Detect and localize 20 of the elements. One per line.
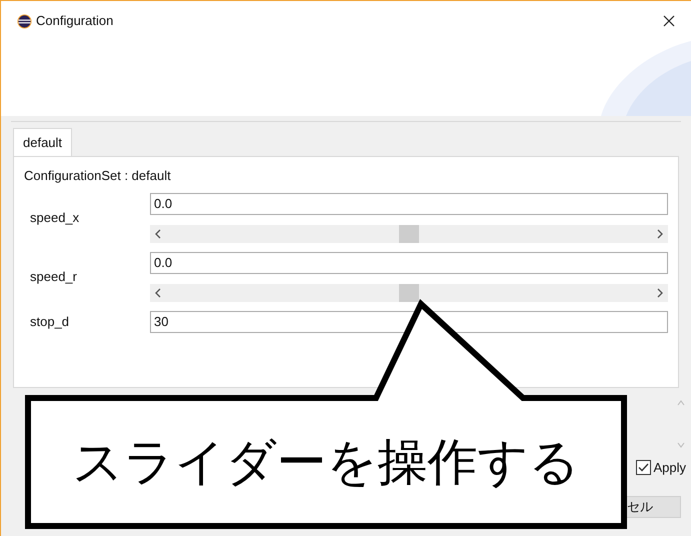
close-icon[interactable]: [663, 15, 675, 27]
tab[interactable]: default: [13, 128, 72, 156]
parameter-label: speed_x: [29, 208, 80, 227]
slider-thumb[interactable]: [399, 224, 419, 242]
configuration-set-label: ConfigurationSet : default: [24, 167, 172, 185]
apply-checkbox[interactable]: [636, 460, 652, 476]
value-field[interactable]: 30: [150, 310, 668, 332]
slider[interactable]: [150, 284, 668, 302]
check-icon: [638, 463, 650, 472]
value-field[interactable]: 0.0: [150, 192, 668, 214]
parameter-label: speed_r: [29, 268, 78, 286]
app-logo-icon: [17, 14, 32, 28]
apply-label: Apply: [653, 459, 686, 477]
slider[interactable]: [150, 224, 668, 242]
cancel-button[interactable]: セル: [627, 496, 681, 518]
value-field[interactable]: 0.0: [150, 252, 668, 274]
slider-thumb[interactable]: [399, 284, 419, 302]
window-title: Configuration: [36, 12, 114, 30]
parameter-label: stop_d: [29, 312, 70, 331]
callout-text: スライダーを操作する: [72, 437, 580, 487]
